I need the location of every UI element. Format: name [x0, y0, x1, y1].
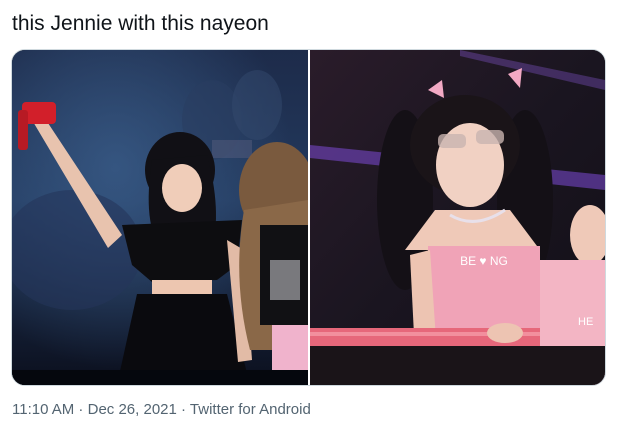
meta-separator: · [74, 401, 88, 418]
concert-photo-nayeon: BE ♥ NG HE [310, 50, 605, 385]
tweet-date[interactable]: Dec 26, 2021 [88, 401, 177, 418]
shirt-text: BE ♥ NG [460, 254, 508, 268]
tweet-meta: 11:10 AM · Dec 26, 2021 · Twitter for An… [12, 400, 311, 420]
meta-separator-2: · [176, 401, 190, 418]
tweet-source[interactable]: Twitter for Android [190, 401, 311, 418]
tweet-photo-left[interactable] [12, 50, 308, 385]
tweet-text: this Jennie with this nayeon [12, 12, 269, 35]
tweet-photo-right[interactable]: BE ♥ NG HE [310, 50, 605, 385]
shirt-text-2: HE [578, 316, 593, 328]
concert-photo-jennie [12, 50, 308, 385]
tweet-time[interactable]: 11:10 AM [12, 401, 74, 418]
tweet-media-grid: BE ♥ NG HE [11, 49, 606, 386]
